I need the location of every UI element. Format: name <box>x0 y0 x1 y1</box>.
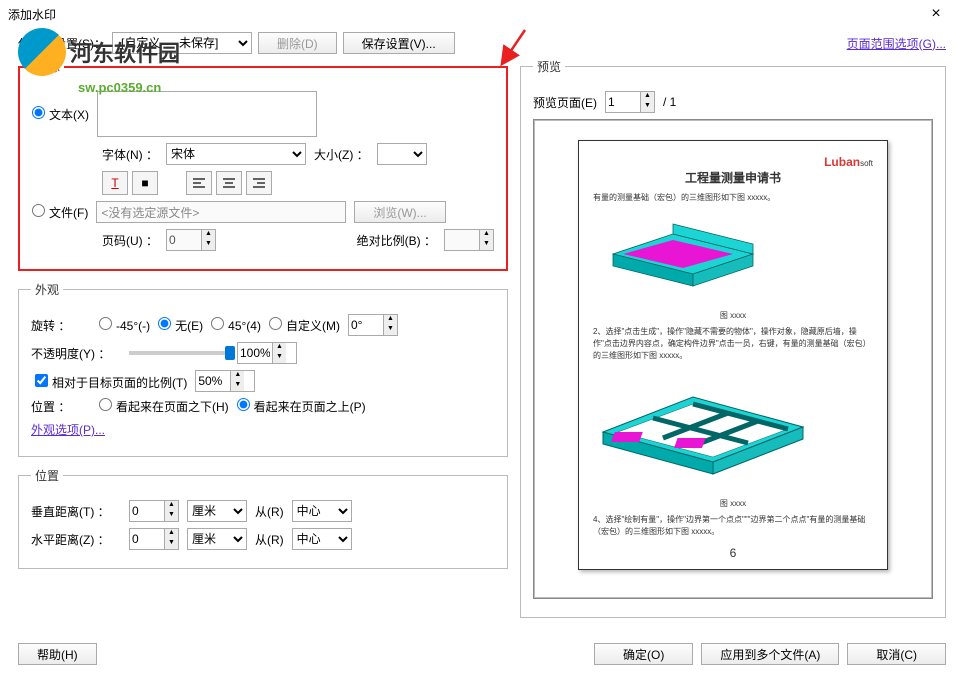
hdist-spinner[interactable]: ▲▼ <box>129 528 179 550</box>
abs-scale-label: 绝对比例(B) ： <box>357 232 436 249</box>
close-icon[interactable]: × <box>916 0 956 28</box>
appearance-options-link[interactable]: 外观选项(P)... <box>31 421 105 438</box>
delete-button[interactable]: 删除(D) <box>258 32 337 54</box>
preview-legend: 预览 <box>533 58 565 75</box>
rotate-label: 旋转 ： <box>31 317 91 334</box>
text-radio[interactable]: 文本(X) <box>32 106 89 123</box>
page-range-link[interactable]: 页面范围选项(G)... <box>847 35 946 52</box>
rotate-custom-radio[interactable]: 自定义(M) <box>269 317 340 334</box>
size-label: 大小(Z) ： <box>314 146 369 163</box>
file-radio[interactable]: 文件(F) <box>32 204 88 221</box>
position-below-radio[interactable]: 看起来在页面之下(H) <box>99 398 229 415</box>
preview-page-label: 预览页面(E) <box>533 94 597 111</box>
hdist-from-label: 从(R) <box>255 531 284 548</box>
position-above-radio[interactable]: 看起来在页面之上(P) <box>237 398 366 415</box>
browse-button[interactable]: 浏览(W)... <box>354 201 445 223</box>
ok-button[interactable]: 确定(O) <box>594 643 693 665</box>
rotate-45-radio[interactable]: 45°(4) <box>211 317 261 333</box>
relative-scale-check[interactable]: 相对于目标页面的比例(T) <box>31 371 187 391</box>
page-number-label: 页码(U) ： <box>102 232 158 249</box>
site-watermark: 河东软件园 sw.pc0359.cn <box>18 28 180 76</box>
size-combo[interactable] <box>377 143 427 165</box>
opacity-label: 不透明度(Y) ： <box>31 345 121 362</box>
font-label: 字体(N) ： <box>102 146 158 163</box>
vdist-label: 垂直距离(T) ： <box>31 503 121 520</box>
preview-page-total: / 1 <box>663 95 676 109</box>
document-page: Lubansoft 工程量测量申请书 有量的测量基础（宏包）的三维图形如下图 x… <box>578 140 888 570</box>
cancel-button[interactable]: 取消(C) <box>847 643 946 665</box>
appearance-group: 外观 旋转 ： -45°(-) 无(E) 45°(4) 自定义(M) ▲▼ 不透… <box>18 281 508 457</box>
save-settings-button[interactable]: 保存设置(V)... <box>343 32 455 54</box>
underline-icon[interactable]: T <box>102 171 128 195</box>
apply-multiple-button[interactable]: 应用到多个文件(A) <box>701 643 839 665</box>
file-path-input <box>96 201 346 223</box>
vdist-from-label: 从(R) <box>255 503 284 520</box>
position-label: 位置 ： <box>31 398 91 415</box>
align-center-icon[interactable] <box>216 171 242 195</box>
isometric-diagram-1 <box>593 214 773 294</box>
hdist-unit-combo[interactable]: 厘米 <box>187 528 247 550</box>
font-combo[interactable]: 宋体 <box>166 143 306 165</box>
vdist-unit-combo[interactable]: 厘米 <box>187 500 247 522</box>
rotate-none-radio[interactable]: 无(E) <box>158 317 203 334</box>
isometric-diagram-2 <box>593 372 813 482</box>
preview-page-spinner[interactable]: ▲▼ <box>605 91 655 113</box>
color-icon[interactable]: ■ <box>132 171 158 195</box>
vdist-spinner[interactable]: ▲▼ <box>129 500 179 522</box>
abs-scale-spinner[interactable]: ▲▼ <box>444 229 494 251</box>
help-button[interactable]: 帮助(H) <box>18 643 97 665</box>
page-number: 6 <box>593 546 873 560</box>
hdist-from-combo[interactable]: 中心 <box>292 528 352 550</box>
opacity-slider[interactable] <box>129 351 229 355</box>
watermark-text-input[interactable] <box>97 91 317 137</box>
hdist-label: 水平距离(Z) ： <box>31 531 121 548</box>
location-group: 位置 垂直距离(T) ： ▲▼ 厘米 从(R) 中心 水平距离(Z) ： ▲▼ … <box>18 467 508 569</box>
rotate-custom-spinner[interactable]: ▲▼ <box>348 314 398 336</box>
annotation-arrow-icon <box>500 28 530 68</box>
preview-group: 预览 预览页面(E) ▲▼ / 1 Lubansoft 工程量测量申请书 有量的… <box>520 58 946 618</box>
location-legend: 位置 <box>31 467 63 484</box>
align-right-icon[interactable] <box>246 171 272 195</box>
preview-canvas: Lubansoft 工程量测量申请书 有量的测量基础（宏包）的三维图形如下图 x… <box>533 119 933 599</box>
align-left-icon[interactable] <box>186 171 212 195</box>
window-title: 添加水印 <box>8 6 916 23</box>
vdist-from-combo[interactable]: 中心 <box>292 500 352 522</box>
relative-scale-spinner[interactable]: ▲▼ <box>195 370 255 392</box>
rotate-neg45-radio[interactable]: -45°(-) <box>99 317 150 333</box>
appearance-legend: 外观 <box>31 281 63 298</box>
page-number-spinner[interactable]: ▲▼ <box>166 229 216 251</box>
opacity-spinner[interactable]: ▲▼ <box>237 342 297 364</box>
